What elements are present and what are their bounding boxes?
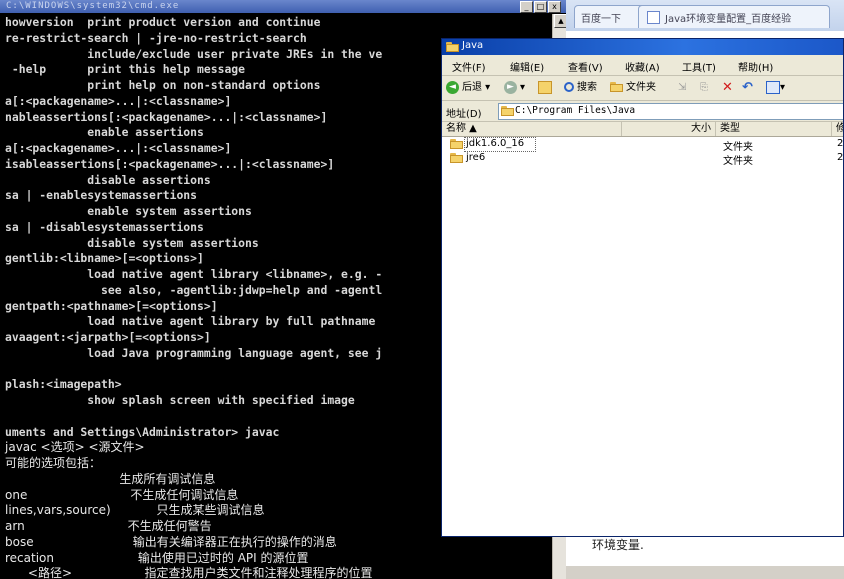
browser-tabstrip: 百度一下 Java环境变量配置_百度经验 (566, 0, 844, 32)
browser-tab-label: Java环境变量配置_百度经验 (665, 14, 792, 25)
back-arrow-icon: ◄ (446, 80, 459, 94)
explorer-title: Java (462, 40, 484, 51)
toolbar: ◄ 后退 ▾ ► ▾ 搜索 文件夹 ⇲ ⎘ ✕ ↶ ▾ (442, 76, 843, 101)
menu-tools[interactable]: 工具(T) (682, 59, 716, 74)
console-line: gentpath:<pathname>[=<options>] (5, 298, 218, 313)
move-to-icon[interactable]: ⇲ (678, 80, 686, 96)
console-line: print help on non-standard options (5, 78, 321, 92)
console-line: include/exclude user private JREs in the… (5, 46, 383, 61)
back-button[interactable]: ◄ 后退 ▾ (446, 80, 490, 96)
console-line: lines,vars,source) 只生成某些调试信息 (5, 503, 265, 518)
folder-icon (446, 42, 459, 52)
console-line: enable system assertions (5, 204, 252, 218)
menu-view[interactable]: 查看(V) (568, 59, 603, 74)
explorer-titlebar[interactable]: Java (442, 39, 843, 55)
column-type[interactable]: 类型 (716, 122, 832, 136)
folders-icon (610, 82, 623, 92)
console-line: re-restrict-search | -jre-no-restrict-se… (5, 30, 307, 45)
up-button[interactable] (538, 80, 552, 96)
console-line: disable system assertions (5, 235, 259, 250)
console-line: enable assertions (5, 125, 204, 140)
back-label: 后退 (462, 82, 482, 93)
search-button[interactable]: 搜索 (564, 80, 597, 96)
console-line: plash:<imagepath> (5, 377, 122, 392)
console-line: gentlib:<libname>[=<options>] (5, 251, 204, 266)
scroll-up-icon[interactable]: ▲ (554, 14, 566, 28)
console-line: load native agent library by full pathna… (5, 314, 376, 329)
explorer-window: Java 文件(F) 编辑(E) 查看(V) 收藏(A) 工具(T) 帮助(H)… (441, 38, 844, 537)
search-icon (564, 82, 574, 92)
file-name: jdk1.6.0_16 (466, 138, 525, 149)
folder-icon (501, 106, 514, 116)
minimize-button[interactable]: _ (520, 1, 533, 13)
views-button[interactable]: ▾ (766, 80, 785, 96)
file-name: jre6 (466, 152, 486, 163)
console-line: isableassertions[:<packagename>...|:<cla… (5, 156, 335, 171)
file-modified: 2 (837, 138, 844, 149)
console-line: nableassertions[:<packagename>...|:<clas… (5, 109, 328, 124)
menu-edit[interactable]: 编辑(E) (510, 59, 544, 74)
browser-statusbar (566, 566, 844, 579)
file-row[interactable]: jdk1.6.0_16 文件夹 2 (442, 137, 844, 153)
console-line: -help print this help message (5, 62, 246, 77)
console-line: show splash screen with specified image (5, 393, 355, 407)
forward-arrow-icon: ► (504, 80, 517, 94)
console-line: howversion print product version and con… (5, 15, 321, 29)
console-line: uments and Settings\Administrator> javac (5, 424, 280, 439)
console-line: <路径> 指定查找用户类文件和注释处理程序的位置 (5, 566, 373, 579)
page-icon (647, 11, 660, 24)
console-line: avaagent:<jarpath>[=<options>] (5, 330, 211, 344)
console-line: 可能的选项包括： (5, 456, 102, 470)
address-value: C:\Program Files\Java (515, 105, 636, 116)
console-line: disable assertions (5, 172, 211, 187)
undo-icon[interactable]: ↶ (742, 80, 753, 96)
menu-file[interactable]: 文件(F) (452, 59, 486, 74)
folders-label: 文件夹 (626, 82, 656, 93)
column-size[interactable]: 大小 (622, 122, 716, 136)
console-line: javac <选项> <源文件> (5, 440, 145, 455)
file-list[interactable]: 名称 ▲ 大小 类型 修 jdk1.6.0_16 文件夹 2 jre6 文件夹 … (442, 122, 844, 536)
file-modified: 2 (837, 152, 844, 163)
menu-help[interactable]: 帮助(H) (738, 59, 773, 74)
forward-button[interactable]: ► ▾ (504, 80, 525, 96)
address-bar: 地址(D) C:\Program Files\Java (442, 101, 843, 122)
folder-up-icon (538, 80, 552, 94)
console-line: a[:<packagename>...|:<classname>] (5, 93, 232, 108)
console-titlebar[interactable]: C:\WINDOWS\system32\cmd.exe _ □ x (0, 0, 566, 13)
views-icon (766, 80, 780, 94)
column-name[interactable]: 名称 ▲ (442, 122, 622, 136)
column-modified[interactable]: 修 (832, 122, 843, 136)
console-line: arn 不生成任何警告 (5, 519, 212, 533)
maximize-button[interactable]: □ (534, 1, 547, 13)
search-label: 搜索 (577, 82, 597, 93)
console-line: a[:<packagename>...|:<classname>] (5, 141, 232, 155)
console-line: bose 输出有关编译器正在执行的操作的消息 (5, 534, 337, 549)
console-line: 生成所有调试信息 (5, 471, 216, 486)
browser-tab-label: 百度一下 (581, 14, 621, 25)
folders-button[interactable]: 文件夹 (610, 80, 656, 96)
console-title: C:\WINDOWS\system32\cmd.exe (6, 1, 180, 11)
menu-bar: 文件(F) 编辑(E) 查看(V) 收藏(A) 工具(T) 帮助(H) (442, 55, 843, 76)
copy-to-icon[interactable]: ⎘ (700, 80, 708, 96)
file-row[interactable]: jre6 文件夹 2 (442, 151, 844, 167)
console-line: load native agent library <libname>, e.g… (5, 267, 383, 281)
file-type: 文件夹 (723, 156, 753, 167)
console-line: recation 输出使用已过时的 API 的源位置 (5, 550, 309, 565)
browser-page-text: 环境变量. (592, 538, 644, 552)
delete-icon[interactable]: ✕ (722, 80, 733, 96)
console-line: load Java programming language agent, se… (5, 345, 383, 360)
close-button[interactable]: x (548, 1, 561, 13)
console-line: sa | -disablesystemassertions (5, 219, 204, 234)
address-label: 地址(D) (446, 109, 482, 120)
console-line: see also, -agentlib:jdwp=help and -agent… (5, 282, 383, 297)
folder-icon (450, 139, 463, 149)
console-line: one 不生成任何调试信息 (5, 487, 239, 502)
column-header-row: 名称 ▲ 大小 类型 修 (442, 122, 843, 137)
menu-favorites[interactable]: 收藏(A) (625, 59, 660, 74)
console-line: sa | -enablesystemassertions (5, 188, 198, 203)
address-input[interactable]: C:\Program Files\Java (498, 103, 843, 120)
folder-icon (450, 153, 463, 163)
browser-tab-active[interactable]: Java环境变量配置_百度经验 (638, 5, 830, 28)
